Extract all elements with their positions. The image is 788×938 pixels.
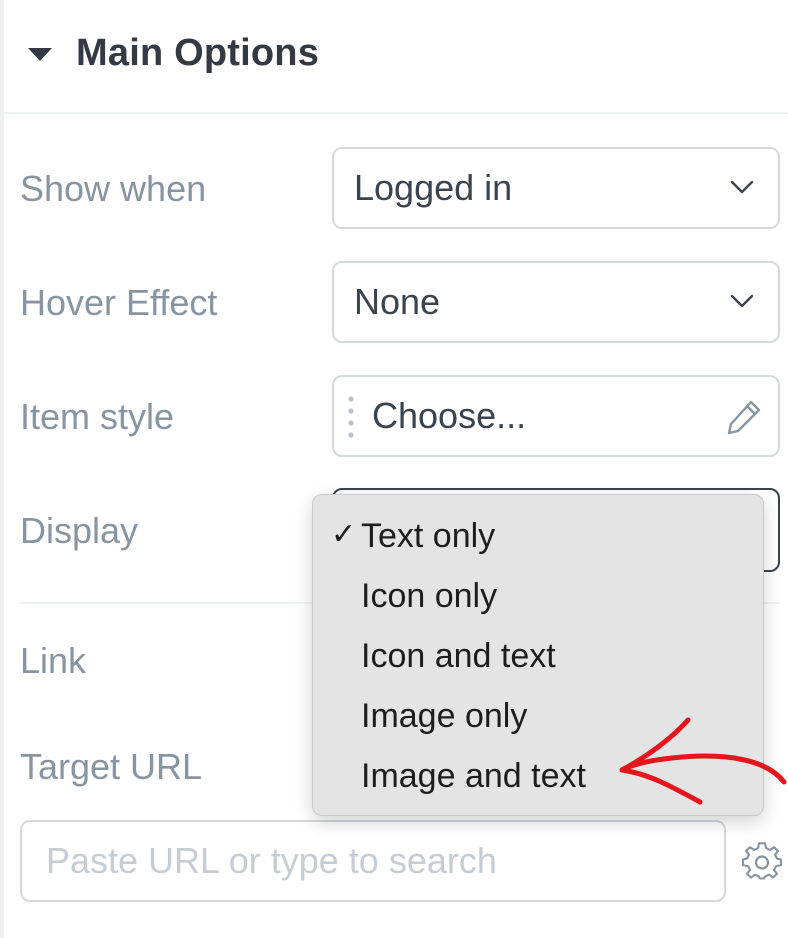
show-when-select[interactable]: Logged in (332, 147, 780, 229)
item-style-label: Item style (20, 396, 175, 437)
item-style-value: Choose... (372, 395, 527, 436)
option-text-only[interactable]: Text only (361, 517, 495, 556)
section-title: Main Options (76, 32, 320, 74)
option-image-and-text[interactable]: Image and text (361, 757, 586, 796)
option-icon-only[interactable]: Icon only (361, 577, 497, 616)
drag-handle-icon[interactable] (348, 395, 354, 439)
item-style-picker[interactable]: Choose... (332, 375, 780, 457)
gear-icon[interactable] (742, 842, 782, 882)
hover-effect-label: Hover Effect (20, 282, 218, 323)
red-arrow-annotation (619, 717, 787, 805)
hover-effect-select[interactable]: None (332, 261, 780, 343)
pencil-icon[interactable] (724, 397, 764, 437)
section-header[interactable]: Main Options (4, 0, 788, 114)
option-icon-and-text[interactable]: Icon and text (361, 637, 556, 676)
checkmark-icon: ✓ (331, 518, 357, 551)
show-when-value: Logged in (354, 167, 513, 208)
chevron-down-icon (730, 180, 754, 194)
target-url-input[interactable] (20, 820, 726, 902)
hover-effect-value: None (354, 281, 441, 322)
show-when-label: Show when (20, 168, 207, 209)
chevron-down-icon (730, 294, 754, 308)
display-label: Display (20, 510, 139, 551)
option-image-only[interactable]: Image only (361, 697, 527, 736)
target-url-label: Target URL (20, 746, 203, 787)
link-label: Link (20, 640, 87, 681)
caret-down-icon[interactable] (28, 48, 52, 61)
